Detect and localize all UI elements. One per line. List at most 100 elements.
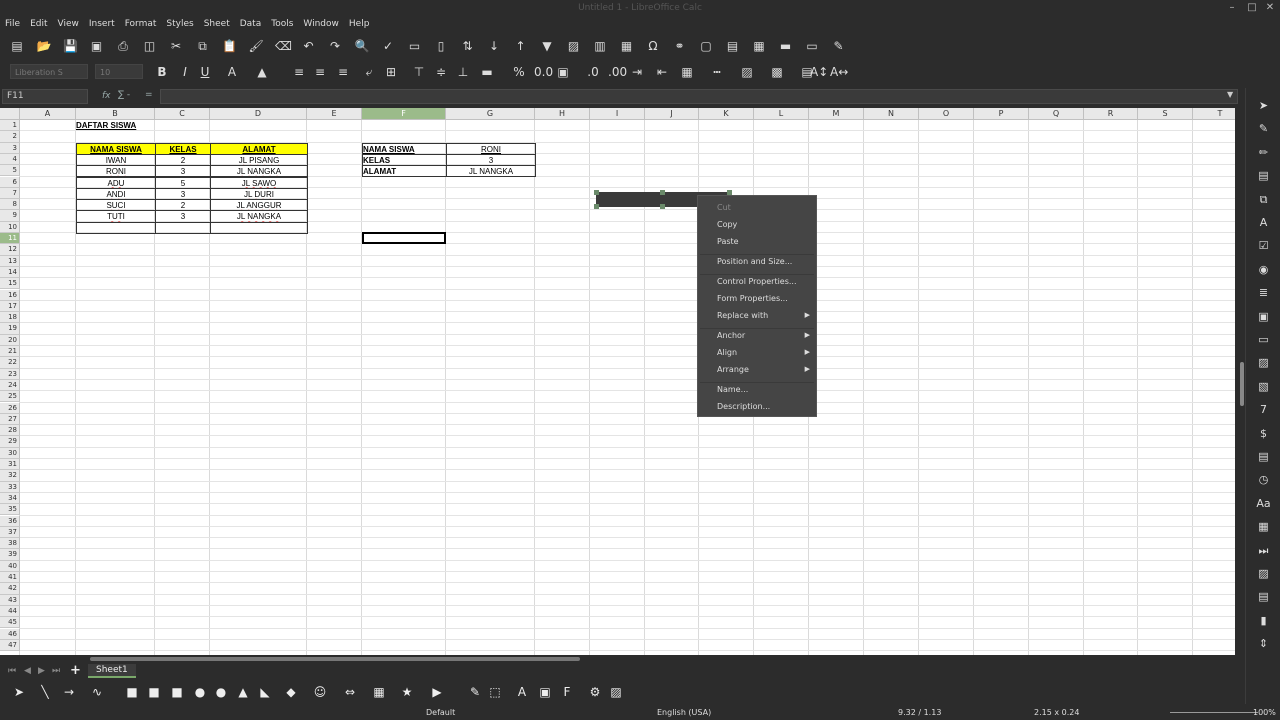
row-header-42[interactable]: 42 (0, 583, 20, 595)
column-header-p[interactable]: P (974, 108, 1029, 120)
table1-cell[interactable] (155, 221, 211, 234)
menu-data[interactable]: Data (235, 17, 267, 31)
table1-cell[interactable] (76, 221, 156, 234)
gallery-icon[interactable]: ▤ (1256, 168, 1271, 183)
menu-window[interactable]: Window (298, 17, 344, 31)
text-vertical-icon[interactable]: A↕ (810, 65, 828, 79)
row-header-2[interactable]: 2 (0, 131, 20, 143)
column-header-d[interactable]: D (210, 108, 307, 120)
horizontal-scroll-thumb[interactable] (90, 657, 580, 661)
row-header-28[interactable]: 28 (0, 425, 20, 437)
redo-icon[interactable]: ↷ (328, 39, 342, 53)
define-print-icon[interactable]: ▦ (752, 39, 766, 53)
pivot-icon[interactable]: ▦ (620, 39, 634, 53)
row-header-19[interactable]: 19 (0, 323, 20, 335)
row-header-30[interactable]: 30 (0, 447, 20, 459)
row-header-39[interactable]: 39 (0, 549, 20, 561)
row-header-1[interactable]: 1 (0, 120, 20, 132)
currency-field-icon[interactable]: $ (1256, 426, 1271, 441)
flowchart-icon[interactable]: ▦ (372, 685, 386, 699)
menu-item-description[interactable]: Description... (717, 402, 770, 411)
styles-icon[interactable]: ✏ (1256, 145, 1271, 160)
menu-item-form-properties[interactable]: Form Properties... (717, 294, 788, 303)
next-sheet-icon[interactable]: ▶ (38, 666, 45, 676)
active-cell-cursor[interactable] (362, 232, 446, 245)
button-icon[interactable]: ▭ (1256, 332, 1271, 347)
row-header-15[interactable]: 15 (0, 278, 20, 290)
align-left-icon[interactable]: ≡ (292, 65, 306, 79)
number-icon[interactable]: 0.0 (534, 65, 553, 79)
formatted-field-icon[interactable]: ▧ (1256, 379, 1271, 394)
insert-image-icon[interactable]: ▨ (609, 685, 623, 699)
menu-item-control-properties[interactable]: Control Properties... (717, 277, 797, 286)
table2-value[interactable]: JL NANGKA (446, 165, 536, 178)
borders-icon[interactable]: ▦ (680, 65, 694, 79)
sum-icon[interactable]: ∑ - (118, 90, 130, 100)
show-draw-icon[interactable]: ✎ (832, 39, 846, 53)
star-icon[interactable]: ★ (400, 685, 414, 699)
paste-icon[interactable]: 📋 (222, 39, 237, 53)
row-header-20[interactable]: 20 (0, 334, 20, 346)
row-header-37[interactable]: 37 (0, 526, 20, 539)
extrusion-icon[interactable]: ⬚ (488, 685, 502, 699)
underline-icon[interactable]: U (198, 65, 212, 79)
column-header-q[interactable]: Q (1029, 108, 1084, 120)
menu-item-paste[interactable]: Paste (717, 237, 739, 246)
sort-desc-icon[interactable]: ↑ (514, 39, 528, 53)
date-field-icon[interactable]: ▤ (1256, 449, 1271, 464)
resize-handle[interactable] (594, 190, 599, 195)
callout-icon[interactable]: ▶ (430, 685, 444, 699)
menu-item-align[interactable]: Align (717, 348, 737, 357)
double-arrow-icon[interactable]: ⇔ (343, 685, 357, 699)
triangle-icon[interactable]: ▲ (236, 685, 250, 699)
row-header-47[interactable]: 47 (0, 639, 20, 652)
table-control-icon[interactable]: ▦ (1256, 519, 1271, 534)
rect-filled-icon[interactable]: ■ (147, 685, 161, 699)
table-title[interactable]: DAFTAR SISWA (76, 120, 196, 132)
column-header-k[interactable]: K (699, 108, 754, 120)
column-header-g[interactable]: G (446, 108, 535, 120)
menu-item-anchor[interactable]: Anchor (717, 331, 745, 340)
row-header-40[interactable]: 40 (0, 560, 20, 572)
row-header-9[interactable]: 9 (0, 210, 20, 222)
spreadsheet-grid[interactable]: A B C D E F G H I J K L M N O P Q R S T 1 2 3 4 5 6 7 8 9 10 11 12 13 14 1… (0, 108, 1235, 655)
row-header-3[interactable]: 3 (0, 142, 20, 154)
menu-format[interactable]: Format (120, 17, 162, 31)
nav-bar-icon[interactable]: ⏭ (1256, 543, 1271, 558)
row-header-43[interactable]: 43 (0, 594, 20, 606)
row-header-14[interactable]: 14 (0, 266, 20, 279)
menu-item-copy[interactable]: Copy (717, 220, 737, 229)
row-header-46[interactable]: 46 (0, 628, 20, 640)
zoom-level[interactable]: 100% (1253, 708, 1276, 717)
fontwork2-icon[interactable]: F (560, 685, 574, 699)
hyperlink-icon[interactable]: ⚭ (673, 39, 687, 53)
row-header-16[interactable]: 16 (0, 289, 20, 301)
row-header-36[interactable]: 36 (0, 515, 20, 527)
decrease-indent-icon[interactable]: ⇤ (655, 65, 669, 79)
column-header-h[interactable]: H (535, 108, 590, 120)
header-footer-icon[interactable]: ▤ (726, 39, 740, 53)
row-header-38[interactable]: 38 (0, 538, 20, 550)
column-header-e[interactable]: E (307, 108, 362, 120)
minimize-icon[interactable]: – (1226, 2, 1238, 14)
column-header-s[interactable]: S (1138, 108, 1193, 120)
right-triangle-icon[interactable]: ◣ (258, 685, 272, 699)
row-header-34[interactable]: 34 (0, 492, 20, 505)
row-header-10[interactable]: 10 (0, 221, 20, 233)
increase-indent-icon[interactable]: ⇥ (630, 65, 644, 79)
font-name-box[interactable]: Liberation S (10, 64, 88, 79)
align-top-icon[interactable]: ⊤ (412, 65, 426, 79)
add-sheet-icon[interactable]: + (70, 663, 81, 678)
menu-styles[interactable]: Styles (161, 17, 198, 31)
column-header-j[interactable]: J (645, 108, 699, 120)
spelling-icon[interactable]: ✓ (381, 39, 395, 53)
row-header-17[interactable]: 17 (0, 300, 20, 313)
clear-format-icon[interactable]: ⌫ (275, 39, 292, 53)
fontwork-icon[interactable]: ▣ (538, 685, 552, 699)
column-header-c[interactable]: C (155, 108, 210, 120)
name-box[interactable]: F11 (2, 89, 88, 104)
diamond-icon[interactable]: ◆ (284, 685, 298, 699)
properties-icon[interactable]: ✎ (1256, 121, 1271, 136)
align-bottom-icon[interactable]: ⊥ (456, 65, 470, 79)
menu-tools[interactable]: Tools (266, 17, 298, 31)
